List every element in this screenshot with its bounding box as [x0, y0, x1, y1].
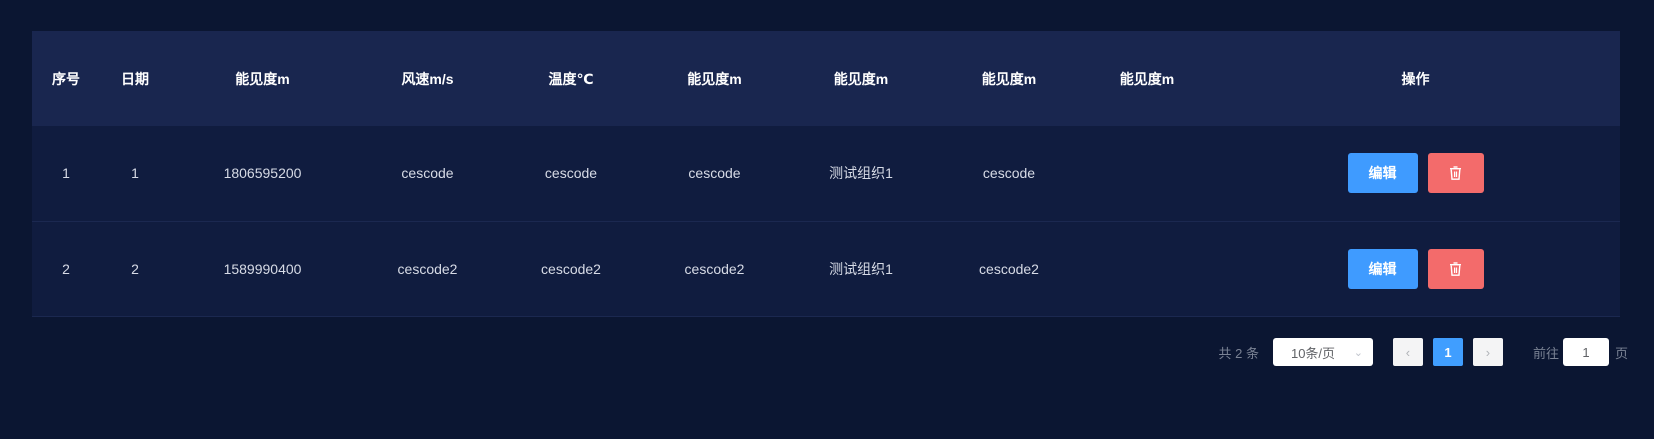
- table-cell: cescode2: [541, 260, 601, 277]
- table-cell: 1806595200: [223, 165, 302, 182]
- table-row: 1 1 1806595200 cescode cescode cescode 测…: [32, 126, 1620, 221]
- table-cell: cescode2: [979, 260, 1039, 277]
- table-cell: cescode2: [684, 260, 745, 277]
- page-size-select[interactable]: 10条/页 ⌄: [1272, 338, 1373, 366]
- column-header-wind-speed[interactable]: 风速m/s: [355, 31, 500, 126]
- column-header-date[interactable]: 日期: [100, 31, 170, 126]
- column-header-actions: 操作: [1401, 70, 1430, 87]
- column-header-visibility[interactable]: 能见度m: [935, 31, 1083, 126]
- data-table: 序号 日期 能见度m 风速m/s 温度℃ 能见度m 能见度m 能见度m 能见度m…: [32, 31, 1620, 317]
- column-header-temperature[interactable]: 温度℃: [500, 31, 642, 126]
- next-page-button[interactable]: ›: [1472, 338, 1503, 366]
- table-cell: 2: [131, 260, 139, 277]
- goto-suffix: 页: [1614, 345, 1628, 361]
- table-cell: [1083, 126, 1211, 221]
- table-cell: cescode: [688, 165, 741, 182]
- table-cell: 1589990400: [223, 260, 302, 277]
- actions-cell: 编辑: [1211, 126, 1620, 221]
- total-count: 共 2 条: [1218, 345, 1259, 361]
- table-cell: 1: [131, 165, 139, 182]
- chevron-right-icon: ›: [1485, 344, 1491, 360]
- delete-button[interactable]: [1427, 248, 1484, 289]
- table-cell: 1: [62, 165, 70, 182]
- column-header-index[interactable]: 序号: [32, 31, 100, 126]
- pagination: 共 2 条 10条/页 ⌄ ‹ 1 › 前往 页: [1218, 338, 1628, 366]
- table-cell: cescode: [982, 165, 1036, 182]
- actions-cell: 编辑: [1211, 221, 1620, 316]
- table-cell: cescode: [401, 165, 454, 182]
- column-header-visibility[interactable]: 能见度m: [642, 31, 787, 126]
- prev-page-button[interactable]: ‹: [1392, 338, 1423, 366]
- table-cell: cescode2: [397, 260, 458, 277]
- table-cell: 测试组织1: [829, 260, 893, 277]
- table-cell: [1083, 221, 1211, 316]
- table-cell: 2: [62, 260, 70, 277]
- data-table-container: 序号 日期 能见度m 风速m/s 温度℃ 能见度m 能见度m 能见度m 能见度m…: [32, 31, 1620, 317]
- column-header-visibility[interactable]: 能见度m: [787, 31, 935, 126]
- column-header-visibility[interactable]: 能见度m: [170, 31, 355, 126]
- chevron-left-icon: ‹: [1405, 344, 1411, 360]
- edit-button[interactable]: 编辑: [1347, 248, 1418, 289]
- delete-button[interactable]: [1427, 153, 1484, 194]
- chevron-down-icon: ⌄: [1353, 346, 1363, 359]
- table-row: 2 2 1589990400 cescode2 cescode2 cescode…: [32, 221, 1620, 316]
- column-header-visibility[interactable]: 能见度m: [1083, 31, 1211, 126]
- edit-button[interactable]: 编辑: [1347, 153, 1418, 194]
- table-header-row: 序号 日期 能见度m 风速m/s 温度℃ 能见度m 能见度m 能见度m 能见度m…: [32, 31, 1620, 126]
- goto-page-input[interactable]: [1562, 338, 1609, 366]
- trash-icon: [1450, 261, 1461, 276]
- goto-label: 前往: [1532, 345, 1559, 361]
- page-number-current[interactable]: 1: [1432, 338, 1463, 366]
- trash-icon: [1450, 166, 1461, 181]
- table-cell: cescode: [544, 165, 598, 182]
- table-cell: 测试组织1: [829, 165, 893, 182]
- page-size-value: 10条/页: [1290, 345, 1336, 361]
